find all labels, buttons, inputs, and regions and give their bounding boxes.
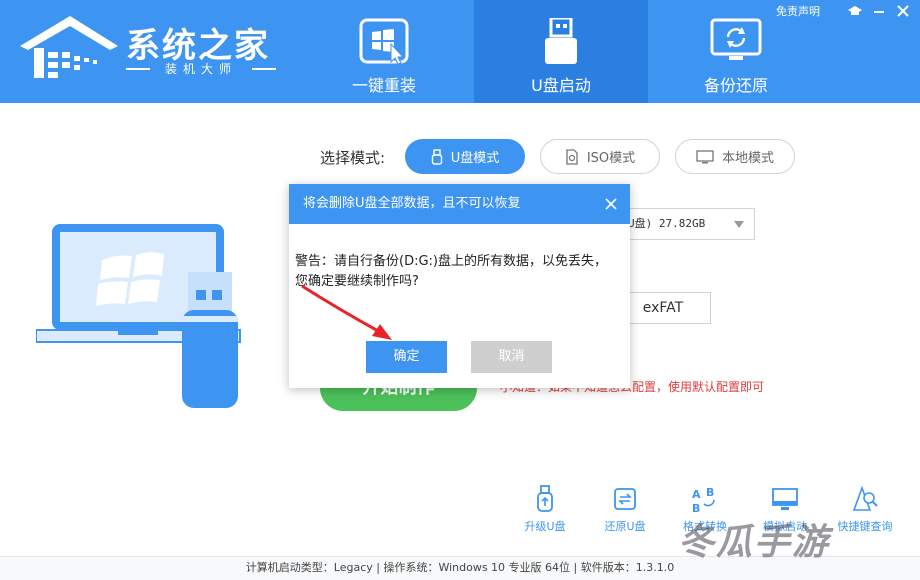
tab-one-click-reinstall[interactable]: 一键重装 [297,0,471,103]
tool-label: 还原U盘 [604,520,646,533]
usb-icon [431,148,442,165]
tab-label: 一键重装 [351,76,416,95]
monitor-icon [696,149,714,163]
iso-mode-button[interactable]: ISO模式 [540,139,660,174]
window-controls: 免责声明 [776,3,910,19]
app-logo: 系统之家 装机大师 [14,12,276,84]
logo-subtitle: 装机大师 [126,60,276,77]
local-mode-button[interactable]: 本地模式 [675,139,795,174]
mode-label: 选择模式: [320,149,386,167]
dialog-message: 警告：请自行备份(D:G:)盘上的所有数据，以免丢失，您确定要继续制作吗? [295,254,607,289]
restore-icon [614,488,636,510]
iso-file-icon [566,148,578,165]
close-icon[interactable] [604,197,618,211]
laptop-usb-illustration [36,224,241,408]
house-logo-icon [20,16,118,78]
watermark-text: 冬瓜手游 [678,522,831,563]
usb-mode-button[interactable]: U盘模式 [405,139,525,174]
close-icon[interactable] [896,4,910,18]
watermark: 冬瓜手游 [678,505,918,575]
tool-label: 升级U盘 [524,520,566,533]
svg-text:B: B [706,486,714,499]
tab-label: U盘启动 [531,76,591,95]
backup-restore-icon [710,18,762,60]
tab-label: 备份还原 [703,76,768,95]
usb-upgrade-icon [537,485,553,512]
app-header: 系统之家 装机大师 一键重装 U盘启动 备份还原 免责声明 [0,0,920,103]
graduation-cap-icon[interactable] [848,4,862,18]
tool-upgrade-usb[interactable]: 升级U盘 [505,484,585,534]
tab-usb-boot[interactable]: U盘启动 [474,0,648,103]
device-value: U盘) 27.82GB [628,217,706,230]
disclaimer-link[interactable]: 免责声明 [776,3,820,19]
local-mode-label: 本地模式 [721,151,774,166]
usb-mode-label: U盘模式 [450,151,500,166]
windows-cursor-icon [359,18,409,64]
dialog-title: 将会删除U盘全部数据，且不可以恢复 [303,196,521,211]
chevron-down-icon [734,221,744,228]
iso-mode-label: ISO模式 [586,151,636,166]
minimize-icon[interactable] [872,4,886,18]
confirm-dialog: 将会删除U盘全部数据，且不可以恢复 警告：请自行备份(D:G:)盘上的所有数据，… [289,184,630,388]
svg-text:A: A [692,488,701,501]
dialog-header: 将会删除U盘全部数据，且不可以恢复 [289,184,630,224]
tool-restore-usb[interactable]: 还原U盘 [585,484,665,534]
usb-drive-icon [545,18,577,64]
confirm-button[interactable]: 确定 [366,341,447,373]
cancel-button[interactable]: 取消 [471,341,552,373]
